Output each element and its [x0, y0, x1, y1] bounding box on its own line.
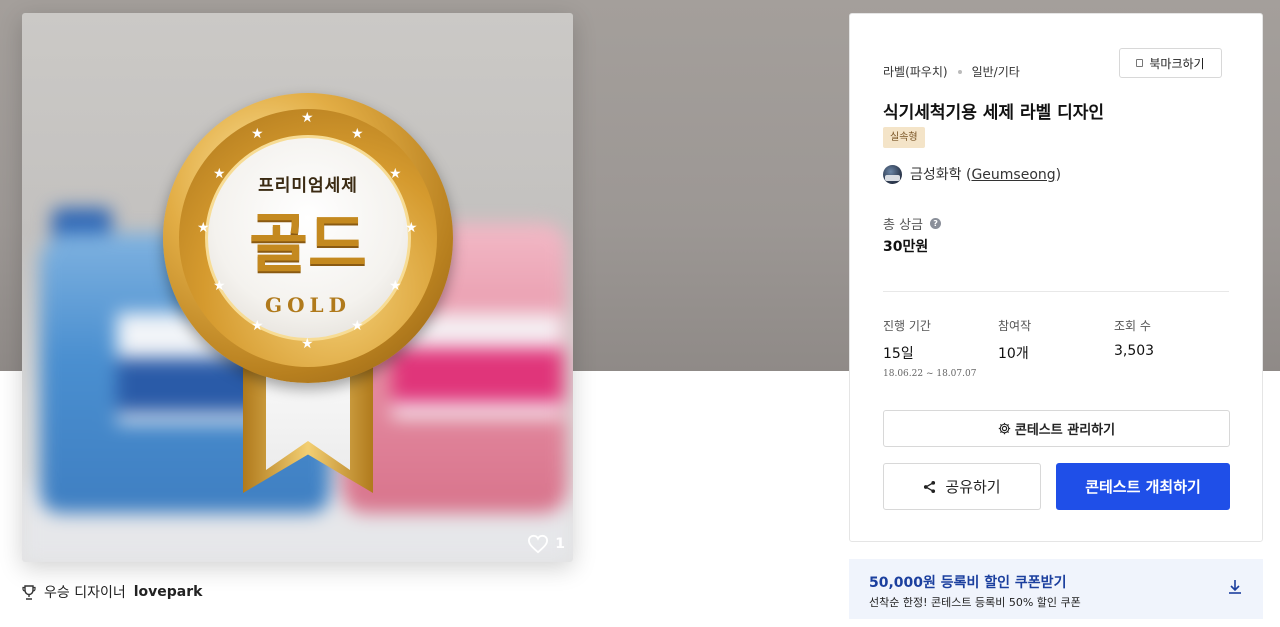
- share-label: 공유하기: [945, 478, 1001, 496]
- stat-views: 조회 수 3,503: [1114, 317, 1154, 359]
- host-name-ko: 금성화학: [910, 167, 962, 183]
- help-icon[interactable]: ?: [930, 218, 942, 229]
- host-row[interactable]: 금성화학 (Geumseong): [883, 164, 1061, 184]
- coupon-subtitle: 선착순 한정! 콘테스트 등록비 50% 할인 쿠폰: [869, 596, 1081, 609]
- gold-medal: ★ ★ ★ ★ ★ ★ ★ ★ ★ ★ ★ ★ 프리미엄세제 골드 GOLD: [163, 93, 453, 493]
- star-icon: ★: [351, 126, 364, 142]
- separator-dot: [957, 69, 962, 74]
- prize-value: 30만원: [883, 239, 929, 255]
- manage-label: 콘테스트 관리하기: [1014, 423, 1116, 438]
- star-icon: ★: [351, 318, 364, 334]
- star-icon: ★: [301, 336, 314, 352]
- trophy-icon: [22, 584, 36, 600]
- stat-value: 3,503: [1114, 343, 1155, 359]
- star-icon: ★: [251, 126, 264, 142]
- download-icon[interactable]: [1228, 579, 1242, 595]
- share-icon: [924, 480, 936, 493]
- coupon-banner[interactable]: 50,000원 등록비 할인 쿠폰받기 선착순 한정! 콘테스트 등록비 50%…: [849, 559, 1263, 619]
- like-count: 1: [555, 536, 565, 552]
- coupon-title: 50,000원 등록비 할인 쿠폰받기: [869, 575, 1067, 591]
- divider: [883, 291, 1229, 292]
- host-contest-button[interactable]: 콘테스트 개최하기: [1056, 463, 1230, 510]
- category-link[interactable]: 라벨(파우치): [883, 63, 948, 80]
- prize-label-row: 총 상금 ?: [883, 214, 942, 233]
- stat-value: 15일: [883, 346, 914, 362]
- manage-contest-button[interactable]: 콘테스트 관리하기: [883, 410, 1230, 447]
- prize-label: 총 상금: [883, 218, 924, 233]
- star-icon: ★: [301, 110, 314, 126]
- bookmark-button[interactable]: 북마크하기: [1119, 48, 1222, 78]
- plan-badge: 실속형: [883, 127, 925, 148]
- stat-label: 참여작: [998, 319, 1032, 333]
- bookmark-icon: [1136, 59, 1144, 67]
- winner-name[interactable]: lovepark: [134, 584, 203, 600]
- like-button[interactable]: 1: [527, 534, 565, 554]
- medal-gold-text: GOLD: [265, 293, 351, 317]
- winner-row: 우승 디자이너 lovepark: [22, 582, 202, 602]
- contest-title: 식기세척기용 세제 라벨 디자인: [883, 103, 1105, 123]
- share-button[interactable]: 공유하기: [883, 463, 1041, 510]
- winner-prefix: 우승 디자이너: [44, 585, 126, 601]
- contest-info-card: 라벨(파우치) 일반/기타 북마크하기 식기세척기용 세제 라벨 디자인 실속형…: [849, 13, 1263, 542]
- bookmark-label: 북마크하기: [1149, 56, 1205, 71]
- stat-entries: 참여작 10개: [998, 317, 1031, 363]
- stat-label: 진행 기간: [883, 319, 931, 333]
- stat-date-range: 18.06.22 ~ 18.07.07: [883, 369, 977, 379]
- gear-icon: [998, 422, 1011, 435]
- stat-duration: 진행 기간 15일 18.06.22 ~ 18.07.07: [883, 317, 976, 379]
- contest-main-image[interactable]: ★ ★ ★ ★ ★ ★ ★ ★ ★ ★ ★ ★ 프리미엄세제 골드 GOLD 1: [22, 13, 573, 562]
- stat-value: 10개: [998, 346, 1029, 362]
- breadcrumb: 라벨(파우치) 일반/기타: [883, 63, 1020, 80]
- host-avatar: [883, 164, 902, 184]
- medal-big-text: 골드: [249, 207, 367, 282]
- heart-icon: [528, 534, 549, 554]
- host-name-en[interactable]: Geumseong: [971, 167, 1055, 183]
- stat-label: 조회 수: [1114, 319, 1151, 333]
- subcategory-link[interactable]: 일반/기타: [972, 63, 1020, 80]
- host-name: 금성화학 (Geumseong): [910, 167, 1062, 183]
- star-icon: ★: [251, 318, 264, 334]
